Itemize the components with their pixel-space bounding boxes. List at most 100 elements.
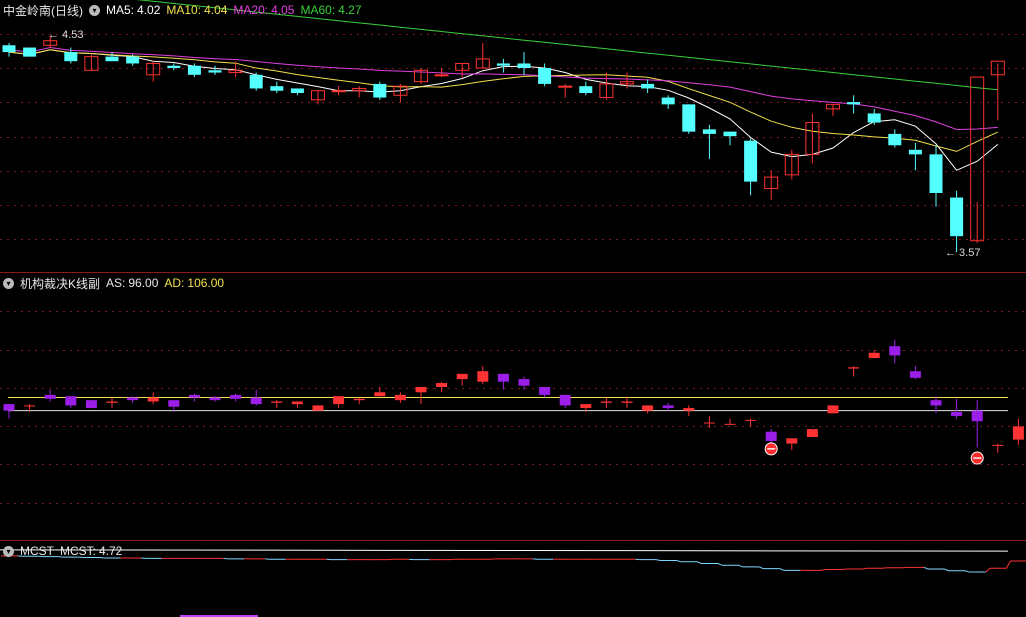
candle-body — [867, 113, 881, 123]
indicator-title[interactable]: 机构裁决K线副 — [20, 275, 100, 292]
candle-body — [580, 404, 592, 409]
candle-body — [230, 394, 242, 399]
candle-body — [209, 397, 221, 401]
mcst-title[interactable]: MCST — [20, 544, 54, 558]
candle-body — [106, 401, 118, 403]
mcst-step-riser — [985, 567, 991, 573]
candle-body — [24, 405, 36, 407]
candle-body — [127, 397, 139, 401]
candle-body — [126, 56, 140, 64]
candle-body — [167, 65, 181, 68]
candle-body — [85, 400, 97, 409]
mcst-step-riser — [1005, 560, 1011, 569]
indicator-chart[interactable] — [0, 273, 1026, 541]
as-readout: AS: 96.00 — [106, 276, 159, 290]
candle-body — [579, 86, 593, 93]
mcst-upper-line — [0, 549, 1009, 552]
mcst-header: ▾ MCST MCST: 4.72 — [3, 543, 122, 559]
chevron-down-icon[interactable]: ▾ — [89, 4, 100, 16]
candle-body — [415, 387, 427, 393]
mcst-readout: MCST: 4.72 — [60, 544, 123, 558]
mcst-step-riser — [820, 568, 826, 571]
candle-body — [909, 371, 921, 378]
indicator-header: ▾ 机构裁决K线副 AS: 96.00 AD: 106.00 — [3, 275, 224, 291]
candle-body — [806, 429, 818, 437]
candle-body — [868, 352, 880, 359]
candle-body — [765, 431, 777, 441]
mcst-step-riser — [697, 561, 702, 564]
candle-body — [333, 396, 345, 405]
mcst-chart[interactable] — [0, 541, 1026, 617]
mcst-step-riser — [738, 564, 743, 568]
mcst-step-riser — [676, 560, 681, 563]
candle-body — [951, 412, 963, 416]
candle-body — [3, 404, 15, 411]
candle-body — [621, 401, 633, 403]
candle-body — [786, 438, 798, 444]
candle-body — [188, 394, 200, 398]
symbol-title[interactable]: 中金岭南(日线) — [3, 2, 83, 19]
candle-body — [270, 86, 284, 91]
candle-body — [477, 371, 489, 382]
ma60-readout: MA60: 4.27 — [300, 3, 362, 17]
candle-body — [702, 129, 716, 134]
candle-body — [827, 405, 839, 414]
candle-body — [456, 373, 468, 380]
price-header: 中金岭南(日线) ▾ MA5: 4.02 MA10: 4.04 MA20: 4.… — [3, 2, 362, 18]
candle-body — [908, 149, 922, 155]
chevron-down-icon[interactable]: ▾ — [3, 545, 14, 557]
mcst-step-riser — [862, 567, 867, 570]
candle-body — [662, 405, 674, 409]
candle-body — [2, 45, 16, 53]
ad-readout: AD: 106.00 — [164, 276, 225, 290]
candle-body — [558, 85, 573, 88]
candle-body — [848, 367, 860, 369]
candle-body — [889, 346, 901, 356]
mcst-panel: ▾ MCST MCST: 4.72 — [0, 541, 1026, 617]
candle-body — [723, 131, 737, 137]
candle-body — [992, 444, 1004, 446]
candle-body — [147, 397, 159, 402]
mcst-step-riser — [944, 568, 949, 572]
candle-body — [312, 405, 324, 411]
candle-body — [331, 90, 346, 93]
price-chart[interactable]: ← 4.53 ← 3.57 — [0, 0, 1026, 273]
candle-body — [683, 408, 695, 411]
high-price-label: ← 4.53 — [48, 29, 83, 41]
price-panel: 中金岭南(日线) ▾ MA5: 4.02 MA10: 4.04 MA20: 4.… — [0, 0, 1026, 273]
candle-body — [724, 423, 736, 425]
candle-body — [394, 394, 406, 401]
low-price-label: ← 3.57 — [945, 247, 980, 259]
candle-body — [436, 383, 448, 387]
mcst-step-riser — [965, 570, 970, 573]
mcst-step-riser — [779, 568, 784, 571]
ma5-readout: MA5: 4.02 — [106, 3, 161, 17]
candle-body — [187, 65, 201, 75]
candle-body — [1012, 426, 1024, 440]
candle-body — [641, 83, 655, 89]
candle-body — [496, 63, 510, 66]
candle-body — [168, 400, 180, 407]
mcst-step-riser — [717, 563, 723, 566]
candle-body — [105, 56, 119, 62]
candle-body — [250, 397, 262, 405]
mcst-step-riser — [656, 559, 661, 562]
candle-body — [290, 88, 304, 93]
candle-body — [518, 379, 530, 386]
indicator-panel: ▾ 机构裁决K线副 AS: 96.00 AD: 106.00 — [0, 273, 1026, 541]
candle-body — [291, 401, 303, 405]
candle-body — [971, 410, 983, 422]
candle-body — [434, 74, 449, 77]
candle-body — [929, 154, 943, 193]
candle-body — [373, 83, 387, 98]
candle-body — [271, 401, 283, 403]
candle-body — [44, 394, 56, 399]
chevron-down-icon[interactable]: ▾ — [3, 277, 14, 289]
candle-body — [950, 197, 964, 237]
candle-body — [661, 97, 675, 105]
candle-body — [538, 68, 552, 84]
ma10-readout: MA10: 4.04 — [166, 3, 228, 17]
candle-body — [745, 419, 757, 421]
candle-body — [600, 401, 612, 403]
candle-body — [497, 373, 509, 382]
